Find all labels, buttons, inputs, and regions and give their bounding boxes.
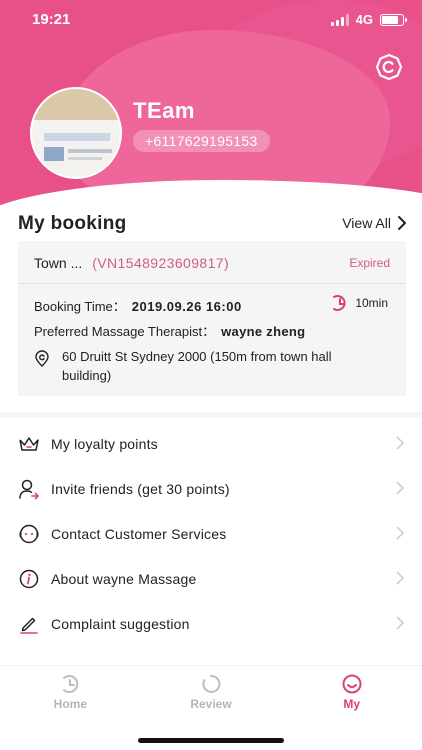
therapist-value: wayne zheng bbox=[221, 324, 306, 339]
gear-icon bbox=[375, 53, 403, 81]
signal-icon bbox=[330, 13, 349, 26]
battery-icon bbox=[380, 13, 407, 26]
chevron-right-icon bbox=[396, 571, 404, 585]
avatar[interactable] bbox=[30, 87, 122, 179]
tab-label: Home bbox=[53, 697, 87, 711]
booking-location: Town ... bbox=[34, 255, 83, 271]
status-time: 19:21 bbox=[32, 11, 71, 28]
menu-item-complaint[interactable]: Complaint suggestion bbox=[0, 601, 422, 646]
info-icon bbox=[19, 569, 39, 588]
menu-item-invite-friends[interactable]: Invite friends (get 30 points) bbox=[0, 466, 422, 511]
menu-item-loyalty-points[interactable]: My loyalty points bbox=[0, 421, 422, 466]
menu-list: My loyalty points Invite friends (get 30… bbox=[0, 421, 422, 646]
booking-duration: 10min bbox=[355, 296, 388, 310]
booking-time-label: Booking Time： bbox=[34, 299, 126, 314]
chevron-right-icon bbox=[396, 481, 404, 495]
therapist-label: Preferred Massage Therapist： bbox=[34, 324, 216, 339]
customer-service-icon bbox=[19, 524, 39, 543]
profile-face-icon bbox=[342, 674, 362, 694]
menu-item-label: Contact Customer Services bbox=[51, 525, 227, 542]
chevron-right-icon bbox=[396, 616, 404, 630]
tab-label: My bbox=[343, 697, 361, 711]
review-ring-icon bbox=[202, 674, 221, 693]
menu-item-about[interactable]: About wayne Massage bbox=[0, 556, 422, 601]
tab-home[interactable]: Home bbox=[0, 666, 141, 725]
divider bbox=[18, 283, 406, 284]
view-all-label: View All bbox=[342, 215, 391, 231]
chevron-right-icon bbox=[396, 436, 404, 450]
booking-address: 60 Druitt St Sydney 2000 (150m from town… bbox=[62, 349, 332, 383]
home-clock-icon bbox=[63, 675, 79, 693]
header-wave bbox=[0, 180, 422, 215]
view-all-link[interactable]: View All bbox=[342, 215, 406, 231]
chevron-right-icon bbox=[396, 526, 404, 540]
booking-time-value: 2019.09.26 16:00 bbox=[131, 299, 242, 314]
profile-name: TEam bbox=[133, 98, 195, 123]
menu-item-label: Complaint suggestion bbox=[51, 615, 190, 632]
pencil-icon bbox=[20, 617, 38, 634]
crown-icon bbox=[19, 436, 39, 451]
tab-bar: Home Review My bbox=[0, 665, 422, 725]
tab-my[interactable]: My bbox=[281, 666, 422, 725]
clock-icon bbox=[333, 295, 346, 311]
menu-item-label: About wayne Massage bbox=[51, 570, 197, 587]
tab-label: Review bbox=[190, 697, 232, 711]
booking-card[interactable]: Town ... (VN1548923609817) Expired Booki… bbox=[18, 241, 406, 396]
menu-item-customer-services[interactable]: Contact Customer Services bbox=[0, 511, 422, 556]
status-badge: Expired bbox=[349, 256, 390, 270]
settings-button[interactable] bbox=[374, 52, 404, 82]
chevron-right-icon bbox=[398, 216, 406, 230]
profile-phone: +6117629195153 bbox=[133, 130, 270, 152]
home-indicator bbox=[138, 738, 284, 743]
tab-review[interactable]: Review bbox=[141, 666, 282, 725]
invite-user-icon bbox=[19, 479, 39, 499]
menu-item-label: Invite friends (get 30 points) bbox=[51, 480, 230, 497]
menu-item-label: My loyalty points bbox=[51, 435, 158, 452]
status-bar: 19:21 4G bbox=[0, 0, 422, 40]
booking-code: (VN1548923609817) bbox=[92, 255, 230, 271]
booking-section-title: My booking bbox=[18, 213, 127, 234]
network-label: 4G bbox=[355, 12, 373, 27]
location-pin-icon bbox=[35, 350, 49, 367]
section-divider bbox=[0, 412, 422, 418]
